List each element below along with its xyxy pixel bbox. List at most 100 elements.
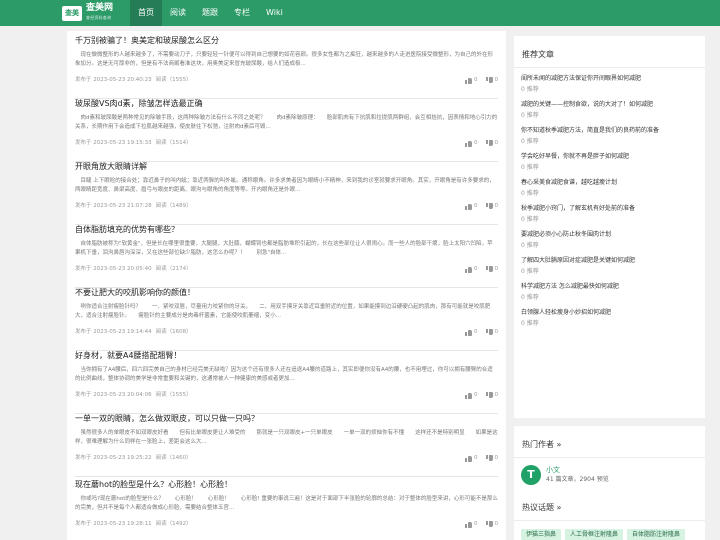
recommend-title: 推荐文章 bbox=[514, 36, 705, 68]
thumbs-down-icon bbox=[486, 266, 493, 273]
like-button[interactable]: 0 bbox=[465, 453, 478, 463]
article-item: 千万别被骗了！奥美定和玻尿酸怎么区分 现在做微整形的人越来越多了，不需要动刀子，… bbox=[75, 35, 498, 99]
nav-read[interactable]: 阅读 bbox=[162, 0, 194, 26]
like-button[interactable]: 0 bbox=[465, 138, 478, 148]
dislike-button[interactable]: 0 bbox=[486, 138, 499, 148]
article-title[interactable]: 现在蘑hot的脸型是什么？心形脸！心形脸！ bbox=[75, 479, 498, 490]
dislike-button[interactable]: 0 bbox=[486, 519, 499, 529]
topics-title[interactable]: 热议话题 » bbox=[514, 489, 705, 521]
article-title[interactable]: 自体脂肪填充的优势有哪些？ bbox=[75, 224, 498, 235]
thumbs-up-icon bbox=[465, 203, 472, 210]
article-title[interactable]: 玻尿酸VS肉d素，除皱怎样选最正确 bbox=[75, 98, 498, 109]
article-title[interactable]: 好身材，就要A4腰搭配翘臀！ bbox=[75, 350, 498, 361]
thumbs-down-icon bbox=[486, 455, 493, 462]
recommend-link[interactable]: 闺所未闻的减肥方法保证你开间眼界如何减肥 bbox=[521, 74, 698, 84]
article-item: 一单一双的眼睛，怎么做双眼皮，可以只做一只吗？ 虽然很多人的单眼皮不如双眼皮好看… bbox=[75, 413, 498, 477]
recommend-link[interactable]: 学会吃好早餐，你就不再是胖子如何减肥 bbox=[521, 152, 698, 162]
author-stats: 41 篇文章，2904 预览 bbox=[546, 476, 609, 483]
recommend-count: 0 推荐 bbox=[521, 86, 539, 93]
authors-title[interactable]: 热门作者 » bbox=[514, 426, 705, 458]
article-views: 阅读（1514） bbox=[155, 140, 192, 146]
article-date: 发布于 2023-05-23 19:15:33 bbox=[75, 140, 152, 146]
topic-tag[interactable]: 伊猫三指鼻 bbox=[521, 529, 562, 540]
article-views: 阅读（1489） bbox=[155, 203, 192, 209]
dislike-button[interactable]: 0 bbox=[486, 327, 499, 337]
author-name[interactable]: 小文 bbox=[546, 465, 609, 475]
dislike-button[interactable]: 0 bbox=[486, 264, 499, 274]
topic-tag[interactable]: 自体脂肪注射隆鼻 bbox=[627, 529, 686, 540]
article-summary: 自体脂肪被称为"软黄金"，但是长在哪里很重要，大腿腿，大肚腩，蝴蝶臂也都是脂肪堆… bbox=[75, 241, 493, 256]
nav-wiki[interactable]: Wiki bbox=[258, 0, 291, 26]
thumbs-up-icon bbox=[465, 455, 472, 462]
dislike-button[interactable]: 0 bbox=[486, 201, 499, 211]
like-button[interactable]: 0 bbox=[465, 201, 478, 211]
article-meta: 发布于 2023-05-23 19:25:22 阅读（1460） 0 0 bbox=[75, 453, 498, 463]
thumbs-up-icon bbox=[465, 266, 472, 273]
recommend-link[interactable]: 你不知道秋季减肥方法，简直是我们的良药前的准备 bbox=[521, 126, 698, 136]
author-card: T 小文 41 篇文章，2904 预览 bbox=[521, 465, 609, 485]
nav-home[interactable]: 首页 bbox=[130, 0, 162, 26]
recommend-link[interactable]: 科学减肥方法 怎么减肥最快如何减肥 bbox=[521, 282, 698, 292]
nav-columns[interactable]: 专栏 bbox=[226, 0, 258, 26]
like-button[interactable]: 0 bbox=[465, 264, 478, 274]
recommend-link[interactable]: 减肥的关键——控制食欲，说的大对了！如何减肥 bbox=[521, 100, 698, 110]
article-date: 发布于 2023-05-23 20:40:23 bbox=[75, 77, 152, 83]
recommend-link[interactable]: 春心采美食减肥食谱，越吃越瘦计划 bbox=[521, 178, 698, 188]
article-title[interactable]: 千万别被骗了！奥美定和玻尿酸怎么区分 bbox=[75, 35, 498, 46]
article-item: 开眼角放大眼睛详解 目睫 上下眼睑的接合处；靠近鼻子的叫内眦；靠近两鬓的叫外眦。… bbox=[75, 161, 498, 225]
recommend-count: 0 推荐 bbox=[521, 164, 539, 171]
article-summary: 现在做微整形的人越来越多了，不需要动刀子，只要轻轻一针便可以得到自己想要的如花容… bbox=[75, 52, 494, 67]
dislike-button[interactable]: 0 bbox=[486, 75, 499, 85]
recommend-list: 闺所未闻的减肥方法保证你开间眼界如何减肥 0 推荐 减肥的关键——控制食欲，说的大… bbox=[514, 68, 705, 329]
article-summary: 咧你适合注射瘦脸针吗？ 一、紧咬双唇，尽量用力咬紧你的牙关。 二、用双手摸牙关靠… bbox=[75, 304, 491, 319]
list-item: 了解四大肚腩原因对症减肥是关键如何减肥 0 推荐 bbox=[521, 256, 698, 277]
thumbs-down-icon bbox=[486, 203, 493, 210]
thumbs-up-icon bbox=[465, 77, 472, 84]
dislike-button[interactable]: 0 bbox=[486, 390, 499, 400]
article-date: 发布于 2023-05-23 20:05:40 bbox=[75, 266, 152, 272]
main-nav: 首页 阅读 题跟 专栏 Wiki bbox=[130, 0, 291, 26]
recommend-link[interactable]: 了解四大肚腩原因对症减肥是关键如何减肥 bbox=[521, 256, 698, 266]
like-button[interactable]: 0 bbox=[465, 327, 478, 337]
dislike-button[interactable]: 0 bbox=[486, 453, 499, 463]
avatar[interactable]: T bbox=[521, 465, 541, 485]
list-item: 闺所未闻的减肥方法保证你开间眼界如何减肥 0 推荐 bbox=[521, 74, 698, 95]
thumbs-down-icon bbox=[486, 77, 493, 84]
article-views: 阅读（1555） bbox=[155, 392, 192, 398]
recommend-link[interactable]: 秋季减肥小窍门，了解玄机有好处前的准备 bbox=[521, 204, 698, 214]
list-item: 你不知道秋季减肥方法，简直是我们的良药前的准备 0 推荐 bbox=[521, 126, 698, 147]
site-logo[interactable]: 查美 查美网 查经资料查询 bbox=[62, 3, 122, 23]
recommend-count: 0 推荐 bbox=[521, 216, 539, 223]
list-item: 秋季减肥小窍门，了解玄机有好处前的准备 0 推荐 bbox=[521, 204, 698, 225]
recommend-panel: 推荐文章 闺所未闻的减肥方法保证你开间眼界如何减肥 0 推荐 减肥的关键——控制食… bbox=[514, 36, 705, 418]
recommend-link[interactable]: 白领腺人轻松瘦身小妙招如何减肥 bbox=[521, 308, 698, 318]
topic-tag[interactable]: 人工骨框注射隆鼻 bbox=[565, 529, 624, 540]
article-date: 发布于 2023-05-23 19:28:11 bbox=[75, 521, 152, 527]
thumbs-down-icon bbox=[486, 329, 493, 336]
article-title[interactable]: 开眼角放大眼睛详解 bbox=[75, 161, 498, 172]
list-item: 白领腺人轻松瘦身小妙招如何减肥 0 推荐 bbox=[521, 308, 698, 329]
list-item: 要减肥必须小心防止秋冬围肉计划 0 推荐 bbox=[521, 230, 698, 251]
like-button[interactable]: 0 bbox=[465, 75, 478, 85]
recommend-count: 0 推荐 bbox=[521, 268, 539, 275]
nav-topics[interactable]: 题跟 bbox=[194, 0, 226, 26]
recommend-count: 0 推荐 bbox=[521, 190, 539, 197]
thumbs-down-icon bbox=[486, 392, 493, 399]
article-meta: 发布于 2023-05-23 21:07:28 阅读（1489） 0 0 bbox=[75, 201, 498, 211]
article-item: 不要让肥大的咬肌影响你的颜值！ 咧你适合注射瘦脸针吗？ 一、紧咬双唇，尽量用力咬… bbox=[75, 287, 498, 351]
article-title[interactable]: 不要让肥大的咬肌影响你的颜值！ bbox=[75, 287, 498, 298]
like-button[interactable]: 0 bbox=[465, 390, 478, 400]
recommend-count: 0 推荐 bbox=[521, 112, 539, 119]
recommend-count: 0 推荐 bbox=[521, 242, 539, 249]
authors-panel: 热门作者 » T 小文 41 篇文章，2904 预览 bbox=[514, 426, 705, 496]
recommend-link[interactable]: 要减肥必须小心防止秋冬围肉计划 bbox=[521, 230, 698, 240]
topics-panel: 热议话题 » 伊猫三指鼻 人工骨框注射隆鼻 自体脂肪注射隆鼻 bbox=[514, 489, 705, 540]
article-title[interactable]: 一单一双的眼睛，怎么做双眼皮，可以只做一只吗？ bbox=[75, 413, 498, 424]
article-meta: 发布于 2023-05-23 20:40:23 阅读（1555） 0 0 bbox=[75, 75, 498, 85]
list-item: 减肥的关键——控制食欲，说的大对了！如何减肥 0 推荐 bbox=[521, 100, 698, 121]
like-button[interactable]: 0 bbox=[465, 519, 478, 529]
article-summary: 当你拥有了A4腰后，四六四完美自己的身材已经完美无缺啦？因为这个还有很多人还在追… bbox=[75, 367, 493, 382]
article-meta: 发布于 2023-05-23 19:15:33 阅读（1514） 0 0 bbox=[75, 138, 498, 148]
site-name: 查美网 bbox=[86, 3, 114, 13]
article-item: 好身材，就要A4腰搭配翘臀！ 当你拥有了A4腰后，四六四完美自己的身材已经完美无… bbox=[75, 350, 498, 414]
